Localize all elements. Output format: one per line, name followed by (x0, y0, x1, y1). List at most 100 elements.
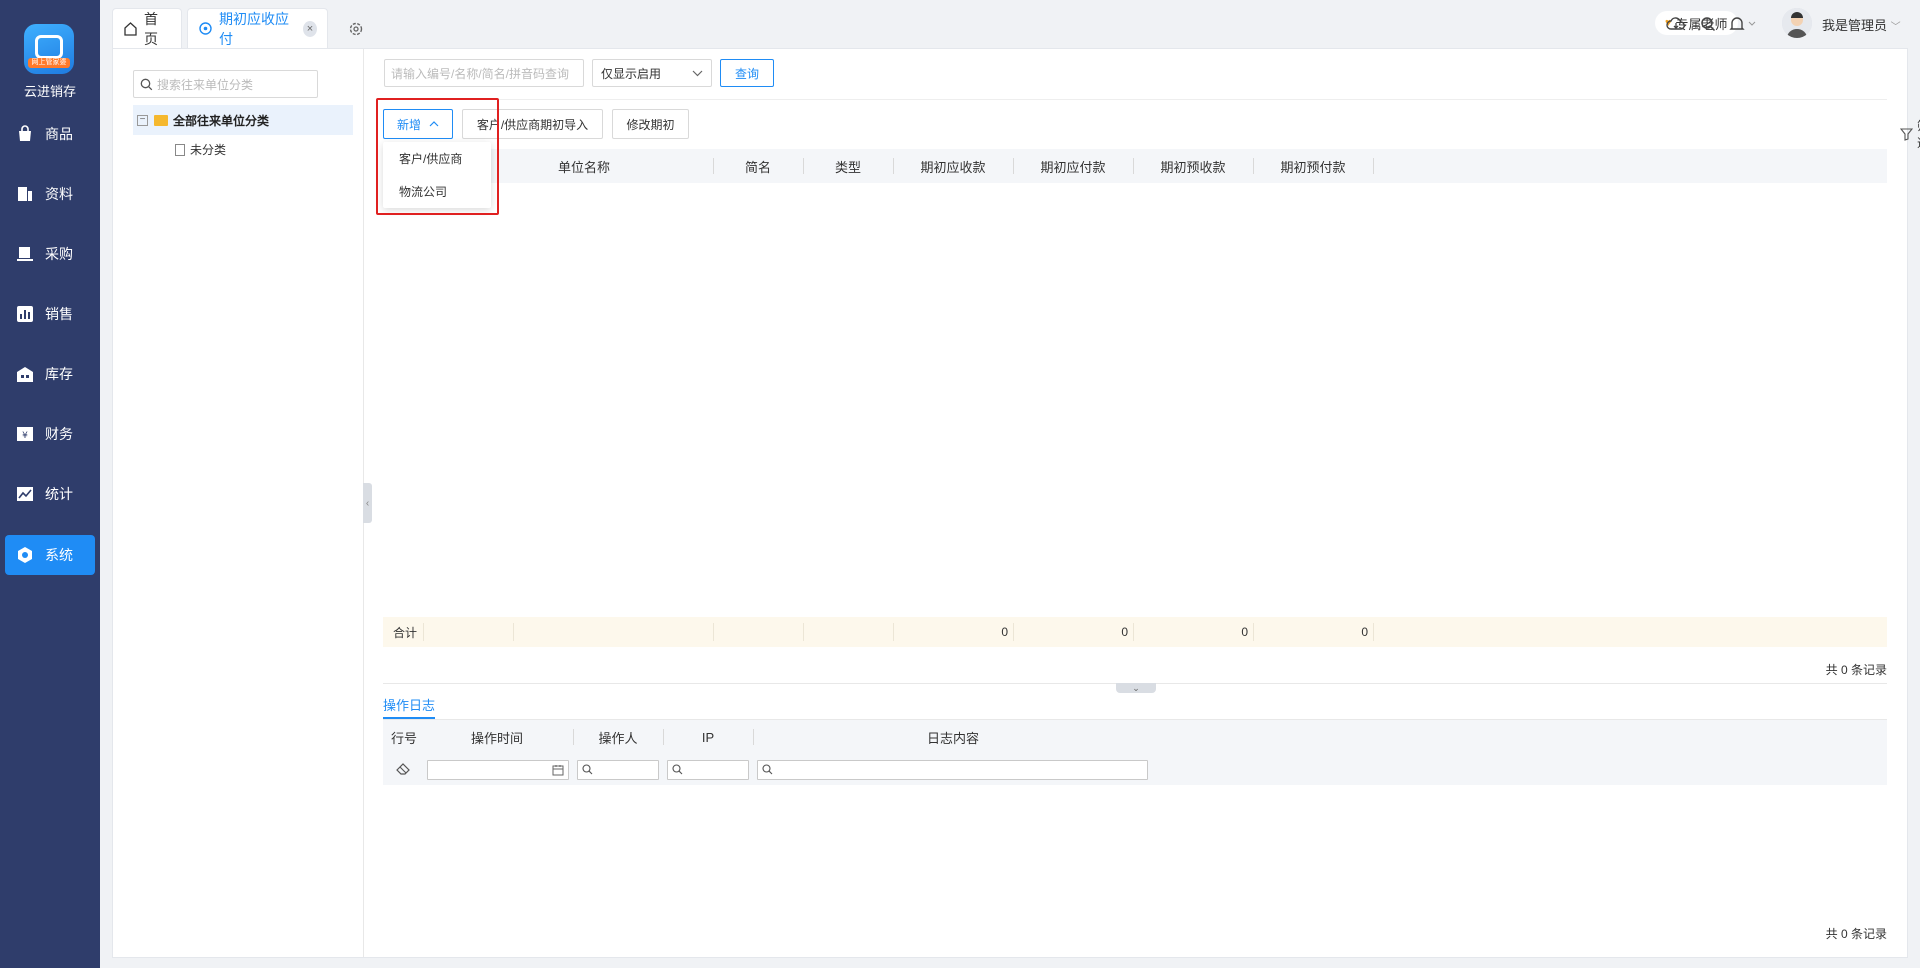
tree-search-input[interactable]: 搜索往来单位分类 (133, 70, 318, 98)
brand-name: 云进销存 (23, 84, 76, 99)
tab-operation-log[interactable]: 操作日志 (383, 695, 436, 719)
tree-search-placeholder: 搜索往来单位分类 (157, 77, 254, 92)
chevron-down-icon: ﹀ (1890, 22, 1901, 33)
summary-row: 合计 0 0 0 0 (383, 617, 1887, 647)
sum-value: 0 (1241, 625, 1248, 639)
tab-opening-balance[interactable]: 期初应收应付 × (187, 8, 328, 48)
column-header[interactable]: 期初应付款 (1013, 149, 1133, 183)
close-icon[interactable]: × (302, 20, 317, 37)
query-input[interactable]: 请输入编号/名称/简名/拼音码查询 (384, 59, 584, 87)
divider (384, 99, 1887, 100)
clear-filter-icon[interactable] (395, 761, 411, 780)
column-header[interactable]: 简名 (713, 149, 803, 183)
add-dropdown-menu: 客户/供应商 物流公司 (383, 142, 491, 208)
nav-item-system[interactable]: 系统 (5, 535, 95, 575)
column-separator (713, 623, 714, 641)
app-logo[interactable]: 网上管家婆 (24, 24, 74, 74)
log-operator-filter-input[interactable] (577, 760, 659, 780)
menu-item-customer-supplier[interactable]: 客户/供应商 (383, 142, 491, 175)
status-select-value: 仅显示启用 (601, 66, 662, 81)
purchase-icon (15, 244, 35, 264)
nav-label: 库存 (45, 366, 73, 382)
log-ip-filter-input[interactable] (667, 760, 749, 780)
log-content-filter-input[interactable] (757, 760, 1148, 780)
nav-item-inventory[interactable]: 库存 (5, 354, 95, 394)
document-icon (15, 184, 35, 204)
sum-value: 0 (1361, 625, 1368, 639)
log-filter-row (383, 753, 1887, 785)
column-separator (1373, 158, 1374, 174)
tree-child-label: 未分类 (190, 143, 227, 157)
grid-header: 单位名称 简名 类型 期初应收款 期初应付款 期初预收款 期初预付款 (383, 149, 1887, 183)
gear-icon[interactable] (348, 21, 364, 37)
log-time-filter-input[interactable] (427, 760, 569, 780)
menu-item-logistics-company[interactable]: 物流公司 (383, 175, 491, 208)
column-header[interactable]: 单位名称 (519, 149, 649, 183)
column-separator (1373, 623, 1374, 641)
column-header[interactable]: 期初应收款 (893, 149, 1013, 183)
column-header[interactable]: 期初预付款 (1253, 149, 1373, 183)
column-header[interactable]: IP (663, 720, 753, 754)
sum-value: 0 (1121, 625, 1128, 639)
cube-icon (35, 35, 63, 59)
nav-label: 商品 (45, 126, 73, 142)
finance-icon: ¥ (15, 424, 35, 444)
admin-name[interactable]: 我是管理员 ﹀ (1822, 15, 1901, 34)
calendar-icon[interactable] (552, 764, 564, 776)
cloud-download-icon[interactable] (1666, 14, 1686, 34)
nav-item-statistics[interactable]: 统计 (5, 474, 95, 514)
chevron-up-icon (429, 118, 439, 130)
add-label: 新增 (396, 117, 421, 132)
nav-label: 采购 (45, 246, 73, 262)
nav-item-goods[interactable]: 商品 (5, 114, 95, 154)
status-select[interactable]: 仅显示启用 (592, 59, 712, 87)
notification-bell-icon[interactable] (1728, 14, 1758, 34)
nav-label: 销售 (45, 306, 73, 322)
query-placeholder: 请输入编号/名称/简名/拼音码查询 (391, 66, 570, 81)
nav-item-purchase[interactable]: 采购 (5, 234, 95, 274)
search-icon[interactable] (1698, 14, 1718, 34)
left-navigation: 网上管家婆 云进销存 商品 资料 采购 销售 库存 ¥ 财务 统计 系统 (0, 0, 100, 968)
add-button[interactable]: 新增 (383, 109, 453, 139)
chevron-down-icon (692, 66, 703, 80)
filter-button[interactable]: 筛选 (1900, 117, 1920, 151)
nav-label: 统计 (45, 486, 73, 502)
refresh-icon (198, 21, 213, 36)
nav-item-sales[interactable]: 销售 (5, 294, 95, 334)
log-record-count: 共 0 条记录 (1825, 927, 1887, 941)
svg-text:¥: ¥ (22, 431, 28, 441)
tab-label: 期初应收应付 (219, 10, 289, 47)
tab-home[interactable]: 首页 (112, 8, 182, 48)
search-icon (140, 78, 153, 91)
bag-icon (15, 124, 35, 144)
nav-item-data[interactable]: 资料 (5, 174, 95, 214)
query-button[interactable]: 查询 (720, 59, 774, 87)
avatar[interactable] (1782, 8, 1812, 38)
folder-icon (154, 114, 168, 126)
filter-icon (1900, 127, 1913, 141)
tree-root-node[interactable]: − 全部往来单位分类 (133, 105, 353, 135)
tree-child-node[interactable]: 未分类 (175, 141, 226, 158)
nav-item-finance[interactable]: ¥ 财务 (5, 414, 95, 454)
column-header[interactable]: 操作时间 (425, 720, 569, 754)
nav-label: 财务 (45, 426, 73, 442)
home-icon (123, 21, 138, 36)
column-separator (513, 623, 514, 641)
column-header[interactable]: 类型 (803, 149, 893, 183)
modify-opening-button[interactable]: 修改期初 (612, 109, 689, 139)
logo-tag: 网上管家婆 (28, 58, 70, 68)
column-header[interactable]: 日志内容 (753, 720, 1153, 754)
collapse-icon[interactable]: − (137, 114, 148, 126)
nav-label: 系统 (45, 547, 73, 563)
column-header[interactable]: 期初预收款 (1133, 149, 1253, 183)
sum-label: 合计 (393, 625, 418, 640)
top-bar: 首页 期初应收应付 × ♥ 专属老师 我是管理员 ﹀ (100, 0, 1920, 48)
statistics-icon (15, 484, 35, 504)
nav-label: 资料 (45, 186, 73, 202)
column-header[interactable]: 操作人 (573, 720, 663, 754)
column-header[interactable]: 行号 (383, 720, 425, 754)
category-tree: 搜索往来单位分类 − 全部往来单位分类 未分类 (113, 49, 364, 957)
chevron-down-icon[interactable]: ⌄ (1116, 683, 1156, 693)
import-opening-button[interactable]: 客户/供应商期初导入 (462, 109, 603, 139)
tree-root-label: 全部往来单位分类 (173, 113, 270, 128)
